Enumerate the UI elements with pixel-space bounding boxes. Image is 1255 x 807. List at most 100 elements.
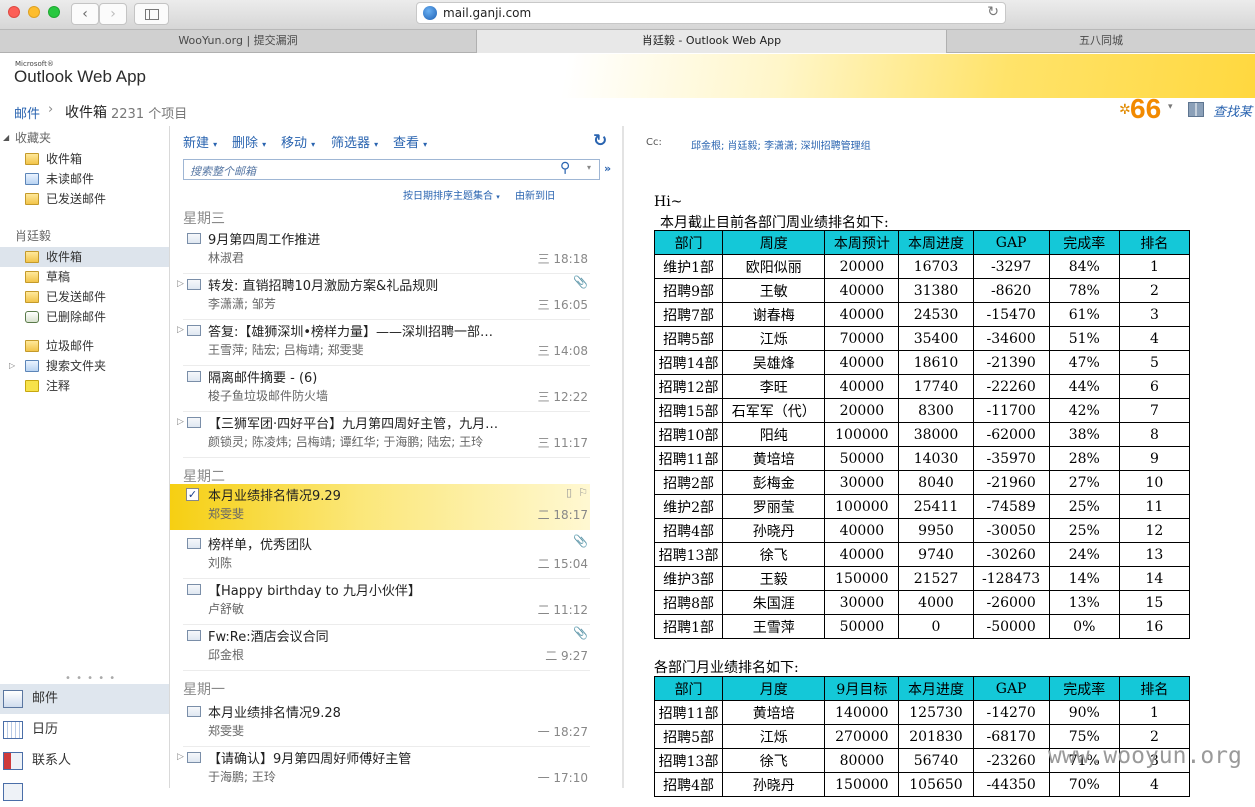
table-cell: 24% bbox=[1048, 542, 1120, 567]
table-cell: 9 bbox=[1118, 446, 1191, 471]
zoom-window-icon[interactable] bbox=[48, 6, 60, 18]
badge-dropdown-icon[interactable]: ▾ bbox=[1168, 102, 1173, 112]
envelope-icon bbox=[187, 417, 201, 428]
move-button[interactable]: 移动 ▾ bbox=[281, 132, 315, 151]
message-row[interactable]: Fw:Re:酒店会议合同 📎 邱金根 二 9:27 bbox=[170, 625, 590, 671]
table-cell: 李旺 bbox=[722, 374, 826, 399]
message-row[interactable]: 榜样单，优秀团队 📎 刘陈 二 15:04 bbox=[170, 533, 590, 579]
message-row[interactable]: ▷ 【三狮军团·四好平台】九月第四周好主管，九月… 颜锁灵; 陈凌炜; 吕梅靖;… bbox=[170, 412, 590, 458]
search-options-icon[interactable]: ▾ bbox=[587, 163, 591, 172]
address-book-icon[interactable] bbox=[1188, 102, 1204, 117]
view-button[interactable]: 查看 ▾ bbox=[393, 132, 427, 151]
table-row: 招聘10部 阳纯 100000 38000 -62000 38% 8 bbox=[653, 422, 1191, 447]
table-cell: 70% bbox=[1048, 772, 1120, 797]
search-folder-icon bbox=[25, 360, 39, 372]
category-icon[interactable]: ▯ bbox=[566, 486, 572, 499]
sidebar-toggle-button[interactable] bbox=[134, 3, 169, 25]
table-cell: 125730 bbox=[898, 700, 974, 725]
table-cell: 50000 bbox=[824, 446, 900, 471]
favorites-header[interactable]: ◢ 收藏夹 bbox=[0, 128, 169, 148]
folder-sent[interactable]: 已发送邮件 bbox=[0, 287, 169, 307]
message-row[interactable]: 9月第四周工作推进 林淑君 三 18:18 bbox=[170, 228, 590, 274]
message-row[interactable]: 【Happy birthday to 九月小伙伴】 卢舒敏 二 11:12 bbox=[170, 579, 590, 625]
table-cell: 13% bbox=[1048, 590, 1120, 615]
favorite-inbox[interactable]: 收件箱 bbox=[0, 149, 169, 169]
search-icon[interactable]: ⚲ bbox=[560, 160, 570, 176]
minimize-window-icon[interactable] bbox=[28, 6, 40, 18]
table-cell: 朱国涯 bbox=[722, 590, 826, 615]
table-cell: 8 bbox=[1118, 422, 1191, 447]
url-text: mail.ganji.com bbox=[443, 6, 532, 20]
watermark: www.wooyun.org bbox=[1048, 743, 1242, 769]
envelope-icon bbox=[187, 371, 201, 382]
refresh-icon[interactable]: ↻ bbox=[593, 131, 607, 151]
table-cell: 招聘13部 bbox=[653, 748, 724, 773]
message-row-selected[interactable]: ✓ 本月业绩排名情况9.29 ▯ ⚐ 郑雯斐 二 18:17 bbox=[170, 484, 590, 530]
table-cell: 2 bbox=[1118, 278, 1191, 303]
collapse-triangle-icon[interactable]: ◢ bbox=[3, 128, 9, 148]
table-cell: 47% bbox=[1048, 350, 1120, 375]
table-cell: -21960 bbox=[972, 470, 1050, 495]
message-row[interactable]: ▷ 答复:【雄狮深圳•榜样力量】——深圳招聘一部… 王雪萍; 陆宏; 吕梅靖; … bbox=[170, 320, 590, 366]
globe-icon bbox=[423, 6, 437, 20]
flag-icon[interactable]: ⚐ bbox=[578, 486, 588, 499]
table-header-row: 部门 周度 本周预计 本周进度 GAP 完成率 排名 bbox=[653, 230, 1191, 255]
dropdown-icon: ▾ bbox=[374, 140, 379, 149]
delete-button[interactable]: 删除 ▾ bbox=[232, 132, 266, 151]
cc-recipients[interactable]: 邱金根; 肖廷毅; 李潇潇; 深圳招聘管理组 bbox=[691, 137, 871, 152]
account-header[interactable]: 肖廷毅 bbox=[0, 226, 169, 246]
expand-conversation-icon[interactable]: ▷ bbox=[177, 279, 184, 289]
favorite-sent[interactable]: 已发送邮件 bbox=[0, 189, 169, 209]
folder-junk[interactable]: 垃圾邮件 bbox=[0, 336, 169, 356]
search-input[interactable]: 搜索整个邮箱 ⚲ ▾ bbox=[183, 159, 600, 180]
table-cell: 招聘15部 bbox=[653, 398, 724, 423]
close-window-icon[interactable] bbox=[8, 6, 20, 18]
message-list-pane: 新建 ▾ 删除 ▾ 移动 ▾ 筛选器 ▾ 查看 ▾ ↻ 搜索整个邮箱 ⚲ ▾ »… bbox=[170, 126, 622, 788]
new-button[interactable]: 新建 ▾ bbox=[183, 132, 217, 151]
folder-notes[interactable]: 注释 bbox=[0, 376, 169, 396]
back-button[interactable]: ‹ bbox=[71, 3, 99, 25]
address-bar[interactable]: mail.ganji.com ↻ bbox=[416, 2, 1006, 24]
module-contacts[interactable]: 联系人 bbox=[0, 746, 169, 776]
find-someone-link[interactable]: 查找某 bbox=[1213, 101, 1252, 120]
filter-button[interactable]: 筛选器 ▾ bbox=[331, 132, 378, 151]
expand-pane-icon[interactable]: » bbox=[604, 162, 611, 175]
folder-drafts[interactable]: 草稿 bbox=[0, 267, 169, 287]
resize-handle[interactable]: • • • • • bbox=[65, 673, 116, 684]
module-mail[interactable]: 邮件 bbox=[0, 684, 169, 714]
reload-icon[interactable]: ↻ bbox=[987, 4, 999, 20]
expand-conversation-icon[interactable]: ▷ bbox=[177, 752, 184, 762]
module-calendar[interactable]: 日历 bbox=[0, 715, 169, 745]
table-cell: 彭梅金 bbox=[722, 470, 826, 495]
trash-icon bbox=[25, 311, 39, 323]
table-cell: -34600 bbox=[972, 326, 1050, 351]
forward-button[interactable]: › bbox=[99, 3, 127, 25]
message-row[interactable]: 本月业绩排名情况9.28 郑雯斐 一 18:27 bbox=[170, 701, 590, 747]
folder-search[interactable]: ▷ 搜索文件夹 bbox=[0, 356, 169, 376]
table-cell: -35970 bbox=[972, 446, 1050, 471]
tab-wooyun[interactable]: WooYun.org | 提交漏洞 bbox=[0, 30, 477, 53]
expand-conversation-icon[interactable]: ▷ bbox=[177, 325, 184, 335]
day-header: 星期二 bbox=[183, 469, 225, 485]
weekly-ranking-table: 部门 周度 本周预计 本周进度 GAP 完成率 排名 维护1部 欧阳似丽 20000 16703-… bbox=[653, 230, 1191, 639]
module-tasks[interactable] bbox=[0, 777, 169, 807]
expand-triangle-icon[interactable]: ▷ bbox=[9, 356, 15, 376]
table-cell: 56740 bbox=[898, 748, 974, 773]
expand-conversation-icon[interactable]: ▷ bbox=[177, 417, 184, 427]
folder-deleted[interactable]: 已删除邮件 bbox=[0, 307, 169, 327]
sort-order-button[interactable]: 由新到旧 bbox=[515, 187, 555, 202]
folder-inbox[interactable]: 收件箱 bbox=[0, 247, 169, 267]
checkbox-checked[interactable]: ✓ bbox=[186, 488, 199, 501]
message-row[interactable]: ▷ 转发: 直销招聘10月激励方案&礼品规则 📎 李潇潇; 邹芳 三 16:05 bbox=[170, 274, 590, 320]
message-row[interactable]: ▷ 【请确认】9月第四周好师傅好主管 于海鹏; 王玲 一 17:10 bbox=[170, 747, 590, 793]
sort-by-date-button[interactable]: 按日期排序主题集合 ▾ bbox=[403, 187, 500, 202]
message-row[interactable]: 隔离邮件摘要 - (6) 梭子鱼垃圾邮件防火墙 三 12:22 bbox=[170, 366, 590, 412]
breadcrumb-mail-link[interactable]: 邮件 bbox=[14, 103, 40, 122]
notification-badge[interactable]: 66 bbox=[1130, 93, 1161, 125]
attachment-icon: 📎 bbox=[573, 275, 588, 289]
favorite-unread[interactable]: 未读邮件 bbox=[0, 169, 169, 189]
table-cell: 78% bbox=[1048, 278, 1120, 303]
tab-outlook[interactable]: 肖廷毅 - Outlook Web App bbox=[477, 30, 947, 53]
tab-58[interactable]: 五八同城 bbox=[947, 30, 1255, 53]
table-cell: -26000 bbox=[972, 590, 1050, 615]
